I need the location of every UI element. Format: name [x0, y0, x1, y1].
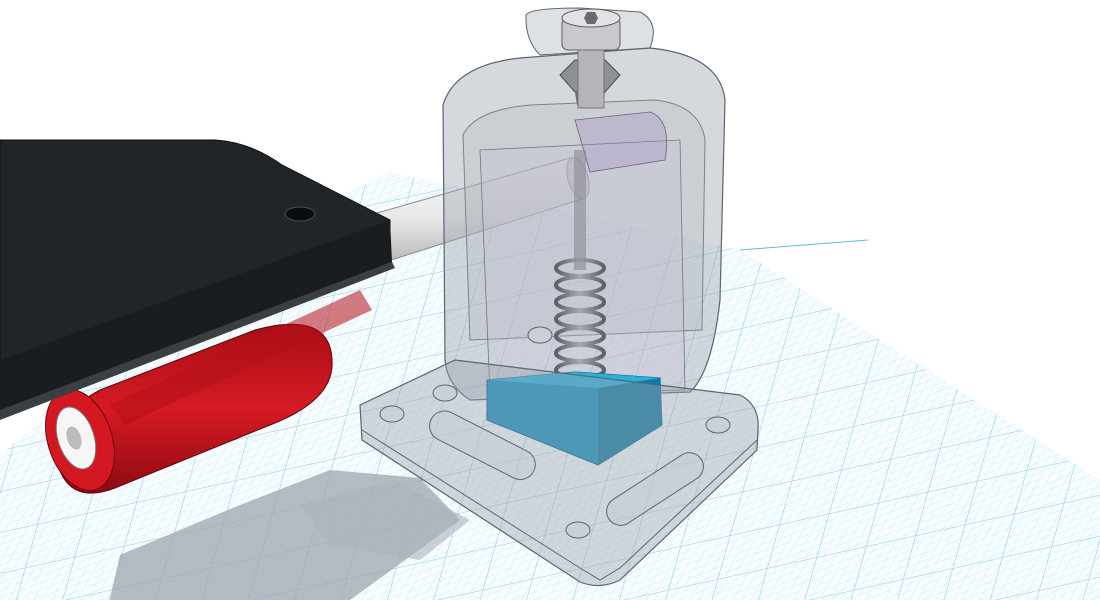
- 3d-viewport[interactable]: [0, 0, 1100, 600]
- screw-hole-icon: [565, 521, 591, 539]
- screw-hole-icon: [527, 326, 553, 344]
- scene-canvas[interactable]: [0, 0, 1100, 600]
- mounting-hole-icon: [284, 206, 316, 222]
- screw-hole-icon: [432, 384, 458, 402]
- screw-hole-icon: [705, 416, 731, 434]
- screw-hole-icon: [379, 405, 405, 423]
